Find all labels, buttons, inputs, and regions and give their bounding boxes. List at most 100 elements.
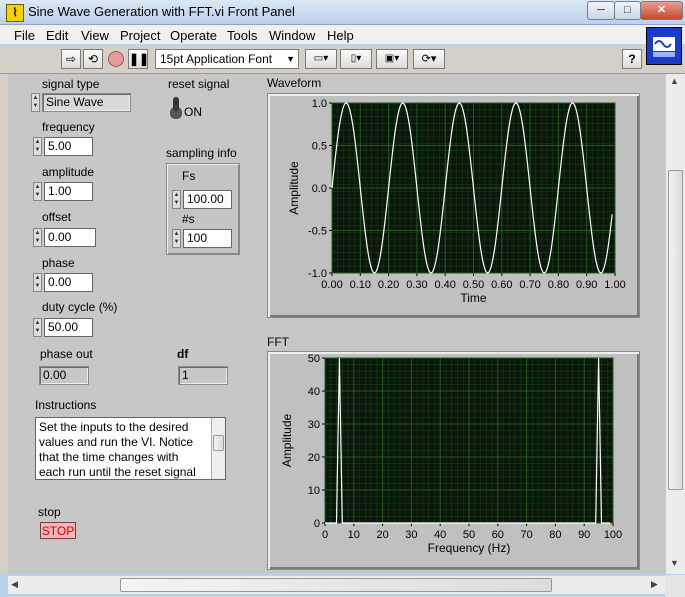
- maximize-button[interactable]: □: [614, 1, 641, 20]
- duty-cycle-input[interactable]: 50.00: [44, 318, 93, 337]
- minimize-button[interactable]: ─: [587, 1, 615, 20]
- waveform-graph[interactable]: 0.00 0.10 0.20 0.30 0.40 0.50 0.60 0.70 0.80 0.90…: [267, 93, 640, 318]
- menu-help[interactable]: Help: [327, 28, 354, 43]
- y-tick-label: 20: [308, 452, 320, 464]
- stop-label: stop: [38, 505, 61, 519]
- abort-icon[interactable]: [106, 49, 126, 69]
- x-tick-label: 50: [463, 529, 475, 541]
- offset-input[interactable]: 0.00: [44, 228, 96, 247]
- align-icon[interactable]: ▭▾: [305, 49, 337, 69]
- instructions-textbox[interactable]: Set the inputs to the desired values and…: [35, 417, 226, 480]
- vertical-scroll-thumb[interactable]: [668, 170, 683, 490]
- ring-stepper-icon[interactable]: ▲ ▼: [31, 93, 40, 112]
- scroll-down-icon[interactable]: ▼: [670, 558, 679, 568]
- scroll-right-icon[interactable]: ▶: [651, 579, 658, 590]
- menu-operate[interactable]: Operate: [170, 28, 217, 43]
- run-continuously-icon[interactable]: ⟲: [83, 49, 103, 69]
- offset-control[interactable]: ▲ ▼ 0.00: [33, 228, 96, 247]
- fs-control[interactable]: ▲ ▼ 100.00: [172, 190, 232, 209]
- phase-input[interactable]: 0.00: [44, 273, 93, 292]
- y-tick-label: 0.0: [312, 183, 327, 195]
- run-arrow-icon[interactable]: ⇨: [61, 49, 81, 69]
- signal-type-label: signal type: [42, 77, 100, 91]
- menu-tools[interactable]: Tools: [227, 28, 257, 43]
- title-bar: ⌇ Sine Wave Generation with FFT.vi Front…: [0, 0, 685, 25]
- signal-type-ring[interactable]: ▲ ▼ Sine Wave: [31, 93, 131, 112]
- scrollbar-corner: [665, 575, 685, 597]
- x-tick-label: 10: [348, 529, 360, 541]
- num-samples-input[interactable]: 100: [183, 229, 232, 248]
- reset-signal-toggle[interactable]: [169, 95, 182, 119]
- horizontal-scrollbar[interactable]: ◀ ▶: [8, 575, 665, 594]
- fft-title: FFT: [267, 335, 289, 349]
- x-tick-label: 70: [520, 529, 532, 541]
- fs-input[interactable]: 100.00: [183, 190, 232, 209]
- instructions-scroll-thumb[interactable]: [213, 435, 224, 451]
- amplitude-label: amplitude: [42, 165, 95, 179]
- y-tick-label: -0.5: [308, 226, 327, 238]
- menu-edit[interactable]: Edit: [46, 28, 68, 43]
- frequency-label: frequency: [42, 120, 95, 134]
- x-tick-label: 20: [376, 529, 388, 541]
- duty-cycle-control[interactable]: ▲ ▼ 50.00: [33, 318, 93, 337]
- menu-file[interactable]: File: [14, 28, 35, 43]
- num-samples-control[interactable]: ▲ ▼ 100: [172, 229, 232, 248]
- amplitude-input[interactable]: 1.00: [44, 182, 93, 201]
- font-selector[interactable]: 15pt Application Font ▼: [155, 49, 299, 69]
- phase-stepper-icon[interactable]: ▲ ▼: [33, 273, 42, 292]
- scroll-left-icon[interactable]: ◀: [11, 579, 18, 590]
- help-button[interactable]: ?: [622, 49, 642, 69]
- instructions-scrollbar[interactable]: [211, 418, 225, 479]
- amplitude-stepper-icon[interactable]: ▲ ▼: [33, 182, 42, 201]
- reset-signal-state: ON: [184, 105, 202, 119]
- menu-view[interactable]: View: [81, 28, 109, 43]
- x-tick-label: 0.20: [378, 279, 399, 291]
- x-tick-label: 30: [405, 529, 417, 541]
- font-selector-label: 15pt Application Font: [160, 52, 273, 66]
- fs-stepper-icon[interactable]: ▲ ▼: [172, 190, 181, 209]
- amplitude-control[interactable]: ▲ ▼ 1.00: [33, 182, 93, 201]
- y-tick-label: 40: [308, 386, 320, 398]
- sampling-info-cluster: Fs ▲ ▼ 100.00 #s ▲ ▼ 100: [166, 163, 240, 255]
- instructions-text: Set the inputs to the desired values and…: [39, 420, 196, 479]
- y-tick-label: 30: [308, 419, 320, 431]
- duty-cycle-label: duty cycle (%): [42, 300, 118, 314]
- vertical-scrollbar[interactable]: ▲ ▼: [665, 74, 685, 574]
- signal-type-value[interactable]: Sine Wave: [42, 93, 131, 112]
- fft-graph[interactable]: 0 10 20 30 40 50 60 70 80 90 100 50 40 30 20 10 0 Frequen…: [267, 351, 640, 570]
- y-tick-label: 0.5: [312, 141, 327, 153]
- resize-icon[interactable]: ▣▾: [376, 49, 408, 69]
- horizontal-scroll-thumb[interactable]: [120, 578, 552, 592]
- vi-connector-icon[interactable]: [646, 27, 682, 65]
- frequency-stepper-icon[interactable]: ▲ ▼: [33, 137, 42, 156]
- x-tick-label: 0.00: [321, 279, 342, 291]
- x-tick-label: 1.00: [604, 279, 625, 291]
- menu-window[interactable]: Window: [269, 28, 315, 43]
- x-tick-label: 0.30: [406, 279, 427, 291]
- frequency-input[interactable]: 5.00: [44, 137, 93, 156]
- reorder-icon[interactable]: ⟳▾: [413, 49, 445, 69]
- x-tick-label: 100: [604, 529, 622, 541]
- menu-bar: File Edit View Project Operate Tools Win…: [0, 25, 685, 44]
- x-tick-label: 0.50: [463, 279, 484, 291]
- duty-cycle-stepper-icon[interactable]: ▲ ▼: [33, 318, 42, 337]
- stop-button[interactable]: STOP: [40, 522, 76, 539]
- close-button[interactable]: ✕: [640, 1, 683, 20]
- scroll-up-icon[interactable]: ▲: [670, 76, 679, 86]
- frequency-control[interactable]: ▲ ▼ 5.00: [33, 137, 93, 156]
- menu-project[interactable]: Project: [120, 28, 160, 43]
- num-samples-stepper-icon[interactable]: ▲ ▼: [172, 229, 181, 248]
- y-tick-label: -1.0: [308, 268, 327, 280]
- pause-icon[interactable]: ❚❚: [128, 49, 149, 69]
- labview-vi-icon[interactable]: ⌇: [6, 4, 24, 22]
- x-tick-label: 0.80: [548, 279, 569, 291]
- x-tick-label: 40: [434, 529, 446, 541]
- phase-out-label: phase out: [40, 347, 93, 361]
- instructions-label: Instructions: [35, 398, 97, 412]
- x-tick-label: 0.90: [576, 279, 597, 291]
- offset-stepper-icon[interactable]: ▲ ▼: [33, 228, 42, 247]
- num-samples-label: #s: [182, 212, 195, 226]
- distribute-icon[interactable]: ▯▾: [340, 49, 372, 69]
- phase-control[interactable]: ▲ ▼ 0.00: [33, 273, 93, 292]
- panel-left-edge: [0, 74, 8, 574]
